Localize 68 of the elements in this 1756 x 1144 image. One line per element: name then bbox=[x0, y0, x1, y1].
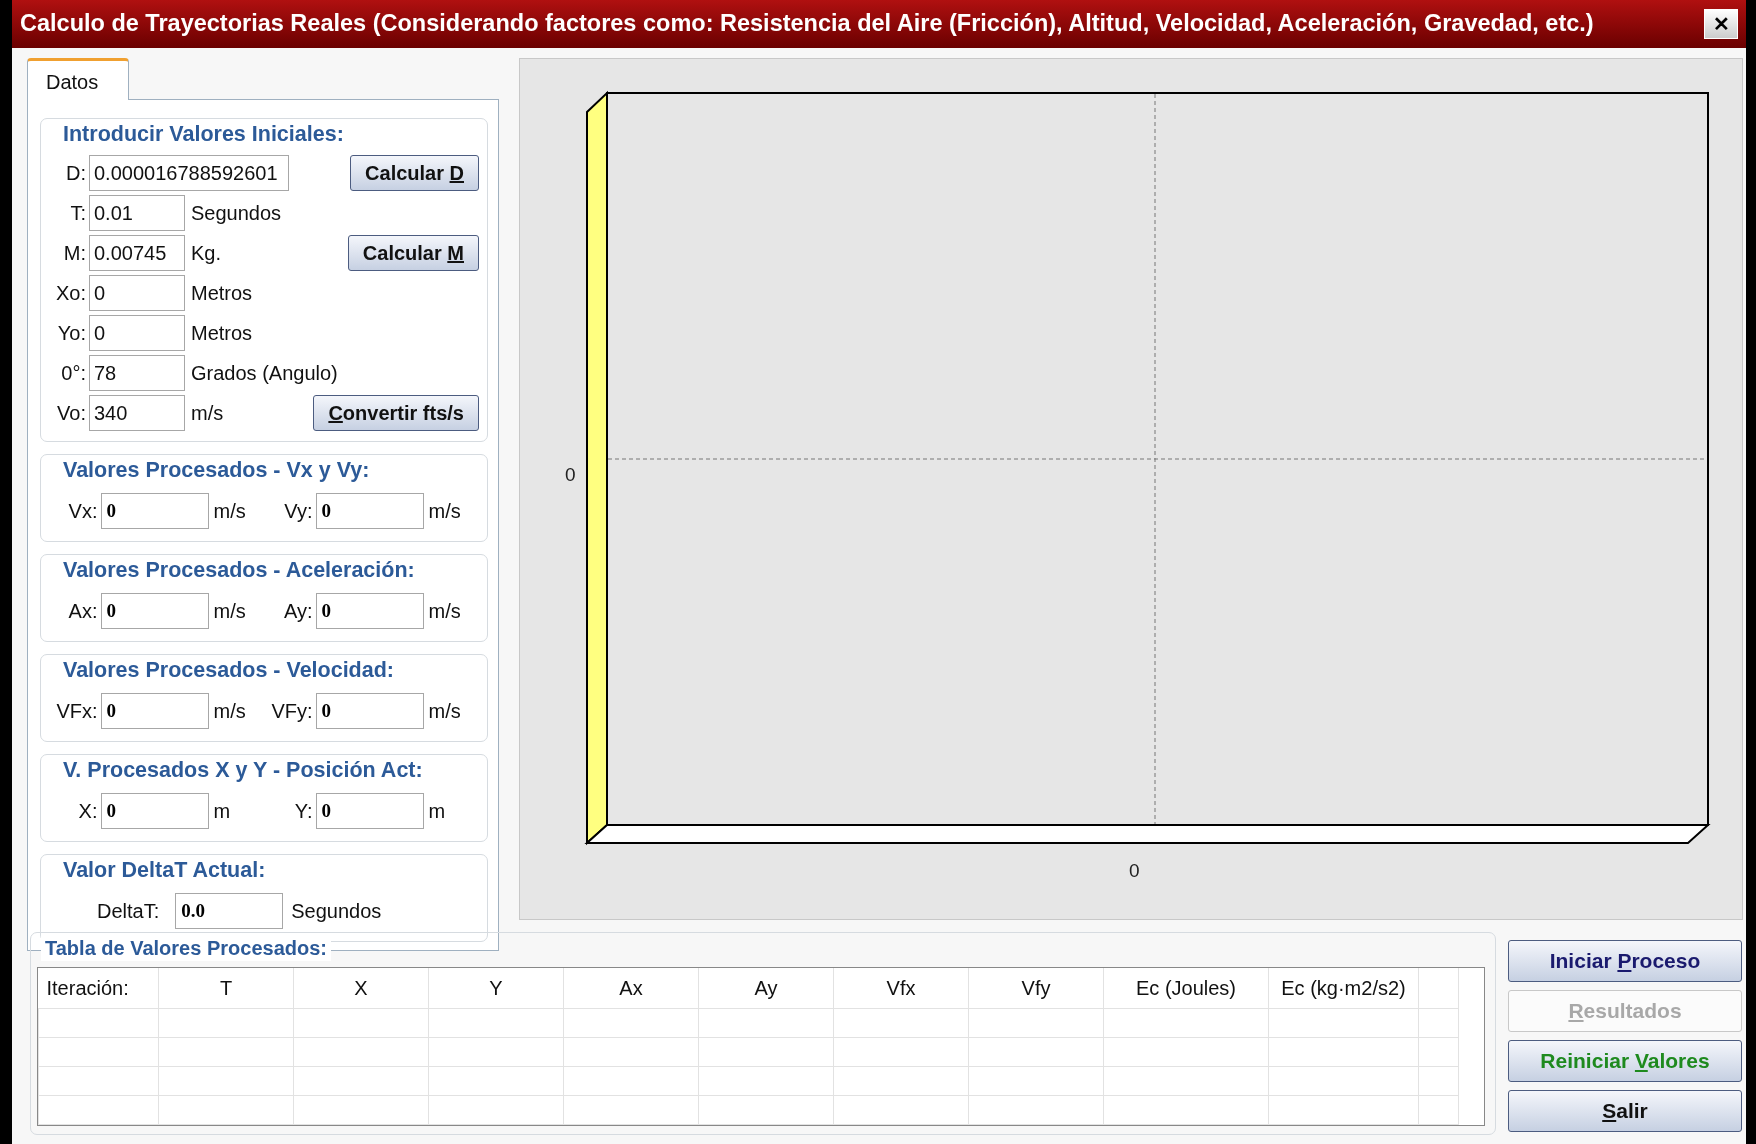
input-field[interactable]: 0.0 bbox=[175, 893, 284, 929]
input-field[interactable]: 0 bbox=[315, 693, 424, 729]
unit-label: Metros bbox=[190, 281, 253, 306]
input-field[interactable]: 0 bbox=[89, 315, 185, 351]
input-field[interactable]: 0 bbox=[100, 593, 209, 629]
column-header: Vfy bbox=[968, 968, 1104, 1008]
unit-label: m/s bbox=[212, 599, 247, 624]
column-header: Y bbox=[428, 968, 564, 1008]
input-field[interactable]: 0 bbox=[315, 493, 424, 529]
column-header: Ec (kg·m2/s2) bbox=[1268, 968, 1419, 1008]
field-label: Xo: bbox=[54, 281, 87, 306]
unit-label: m/s bbox=[427, 499, 462, 524]
tab[interactable]: Datos bbox=[27, 58, 129, 100]
input-field[interactable]: 0 bbox=[100, 793, 209, 829]
calculate-button[interactable]: Calcular M bbox=[347, 235, 479, 271]
calculate-button[interactable]: Calcular D bbox=[350, 155, 479, 191]
input-field[interactable]: 0 bbox=[315, 593, 424, 629]
input-field[interactable]: 0.000016788592601 bbox=[89, 155, 289, 191]
action-button[interactable]: Iniciar Proceso bbox=[1508, 940, 1742, 982]
input-field[interactable]: 340 bbox=[89, 395, 185, 431]
input-field[interactable]: 0 bbox=[315, 793, 424, 829]
field-label: X: bbox=[77, 799, 99, 824]
field-label: Yo: bbox=[56, 321, 87, 346]
unit-label: Segundos bbox=[291, 899, 382, 924]
unit-label: m/s bbox=[190, 401, 224, 426]
window-title: Calculo de Trayectorias Reales (Considerando factores como: Resistencia del Aire (Fricción), Altitud, Velocidad, Aceleración, Gravedad, etc.) bbox=[20, 9, 1594, 39]
calculate-button[interactable]: Convertir fts/s bbox=[313, 395, 479, 431]
column-header: T bbox=[158, 968, 294, 1008]
field-label: Ay: bbox=[282, 599, 314, 624]
unit-label: Segundos bbox=[190, 201, 282, 226]
unit-label: m bbox=[212, 799, 232, 824]
close-button[interactable]: ✕ bbox=[1704, 9, 1738, 39]
unit-label: Grados (Angulo) bbox=[190, 361, 338, 386]
input-field[interactable]: 0 bbox=[100, 493, 209, 529]
field-label: VFx: bbox=[55, 699, 99, 724]
field-label: Ax: bbox=[67, 599, 99, 624]
unit-label: Kg. bbox=[190, 241, 222, 266]
field-label: T: bbox=[69, 201, 87, 226]
column-header: Ec (Joules) bbox=[1103, 968, 1269, 1008]
column-header: Ax bbox=[563, 968, 699, 1008]
axis-tick-label: 0 bbox=[1129, 860, 1140, 881]
column-header: Vfx bbox=[833, 968, 969, 1008]
unit-label: m/s bbox=[212, 499, 247, 524]
field-label: Vx: bbox=[67, 499, 99, 524]
field-label: 0°: bbox=[60, 361, 87, 386]
field-label: D: bbox=[65, 161, 87, 186]
column-header: X bbox=[293, 968, 429, 1008]
action-button[interactable]: Salir bbox=[1508, 1090, 1742, 1132]
field-label: Vo: bbox=[56, 401, 87, 426]
input-field[interactable]: 0.00745 bbox=[89, 235, 185, 271]
field-label: Y: bbox=[293, 799, 314, 824]
column-header: Iteración: bbox=[38, 968, 159, 1008]
column-header: Ay bbox=[698, 968, 834, 1008]
field-label: Vy: bbox=[283, 499, 314, 524]
unit-label: m/s bbox=[427, 599, 462, 624]
axis-tick-label: 0 bbox=[565, 464, 576, 485]
field-label: DeltaT: bbox=[97, 899, 160, 924]
field-label: M: bbox=[62, 241, 87, 266]
input-field[interactable]: 0 bbox=[100, 693, 209, 729]
unit-label: m/s bbox=[427, 699, 462, 724]
input-field[interactable]: 78 bbox=[89, 355, 185, 391]
field-label: VFy: bbox=[270, 699, 314, 724]
input-field[interactable]: 0 bbox=[89, 275, 185, 311]
group-title: Tabla de Valores Procesados: bbox=[41, 935, 331, 961]
unit-label: m bbox=[427, 799, 447, 824]
unit-label: Metros bbox=[190, 321, 253, 346]
unit-label: m/s bbox=[212, 699, 247, 724]
input-field[interactable]: 0.01 bbox=[89, 195, 185, 231]
